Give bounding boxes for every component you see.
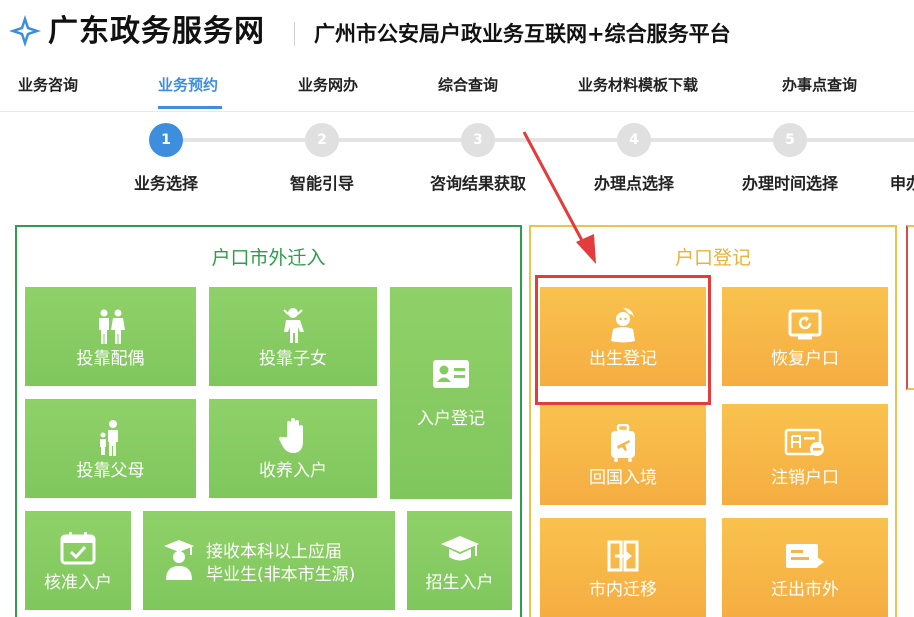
tile-move-out[interactable]: 迁出市外 [722, 518, 888, 617]
tile-graduate-label-1: 接收本科以上应届 [206, 542, 342, 562]
step-3-circle: 3 [461, 123, 495, 157]
tile-approved-label: 核准入户 [44, 573, 112, 593]
step-5-label: 办理时间选择 [741, 174, 839, 193]
hand-icon [278, 418, 303, 453]
nav-item-appointment[interactable]: 业务预约 [158, 74, 218, 96]
tile-graduate-label-2: 毕业生(非本市生源) [206, 565, 356, 585]
mortarboard-icon [440, 536, 479, 561]
tile-registration-label: 入户登记 [417, 409, 485, 429]
tile-cancel-label: 注销户口 [771, 468, 839, 488]
next-panel-edge [906, 225, 914, 390]
nav-item-query[interactable]: 综合查询 [438, 74, 498, 96]
tile-cancel[interactable]: 注销户口 [722, 404, 888, 505]
step-1-label: 业务选择 [133, 174, 199, 193]
nav-item-online[interactable]: 业务网办 [298, 74, 358, 96]
step-2-label: 智能引导 [289, 174, 355, 193]
platform-name: 广州市公安局户政业务互联网+综合服务平台 [314, 22, 731, 46]
tile-children-label: 投靠子女 [259, 349, 327, 369]
luggage-icon [611, 424, 635, 462]
cancel-account-icon [784, 428, 824, 456]
couple-icon [98, 309, 125, 344]
step-2-circle: 2 [305, 123, 339, 157]
nav-item-office-search[interactable]: 办事点查询 [782, 74, 857, 96]
tile-children[interactable]: 投靠子女 [209, 287, 377, 386]
tile-local-move[interactable]: 市内迁移 [540, 518, 706, 617]
header: 广东政务服务网 广州市公安局户政业务互联网+综合服务平台 [0, 0, 914, 66]
tile-restore[interactable]: 恢复户口 [722, 287, 888, 386]
calendar-check-icon [60, 532, 96, 565]
tile-return[interactable]: 回国入境 [540, 404, 706, 505]
restore-icon [788, 309, 822, 340]
step-6-label: 申办 [889, 174, 914, 193]
tile-restore-label: 恢复户口 [771, 349, 839, 369]
tile-enrollment-label: 招生入户 [425, 573, 494, 593]
tile-parents-label: 投靠父母 [76, 461, 145, 481]
move-out-icon [786, 544, 824, 568]
tile-move-out-label: 迁出市外 [771, 580, 839, 600]
nav-item-consult[interactable]: 业务咨询 [18, 74, 78, 96]
logo-icon [9, 15, 41, 47]
header-divider [294, 22, 295, 46]
step-5-circle: 5 [773, 123, 807, 157]
tile-registration[interactable]: 入户登记 [390, 287, 512, 499]
annotation-arrow-icon [522, 131, 596, 264]
tile-return-label: 回国入境 [589, 468, 657, 488]
progress-stepper: 1 2 3 4 5 业务选择 智能引导 咨询结果获取 办理点选择 办理时间选择 … [0, 112, 914, 212]
step-4-circle: 4 [617, 123, 651, 157]
nav-active-underline [158, 106, 222, 109]
site-name[interactable]: 广东政务服务网 [48, 9, 265, 55]
graduate-icon [164, 540, 194, 580]
main-nav: 业务咨询 业务预约 业务网办 综合查询 业务材料模板下载 办事点查询 [0, 66, 914, 112]
transfer-icon [607, 540, 639, 572]
id-card-icon [433, 360, 469, 388]
tile-graduate[interactable]: 接收本科以上应届 毕业生(非本市生源) [143, 511, 395, 610]
panel-move-in-title: 户口市外迁入 [211, 247, 326, 269]
parent-child-icon [99, 420, 118, 456]
step-3-label: 咨询结果获取 [429, 174, 527, 193]
step-1-circle: 1 [149, 123, 183, 157]
tile-spouse-label: 投靠配偶 [76, 349, 145, 369]
tile-spouse[interactable]: 投靠配偶 [25, 287, 196, 386]
highlight-box [535, 275, 711, 405]
tile-parents[interactable]: 投靠父母 [25, 399, 196, 498]
tile-enrollment[interactable]: 招生入户 [407, 511, 512, 610]
child-icon [283, 308, 304, 343]
tile-local-move-label: 市内迁移 [589, 580, 657, 600]
nav-item-templates[interactable]: 业务材料模板下载 [578, 74, 698, 96]
tile-approved[interactable]: 核准入户 [25, 511, 131, 610]
tile-adoption[interactable]: 收养入户 [209, 399, 377, 498]
tile-adoption-label: 收养入户 [259, 461, 327, 481]
